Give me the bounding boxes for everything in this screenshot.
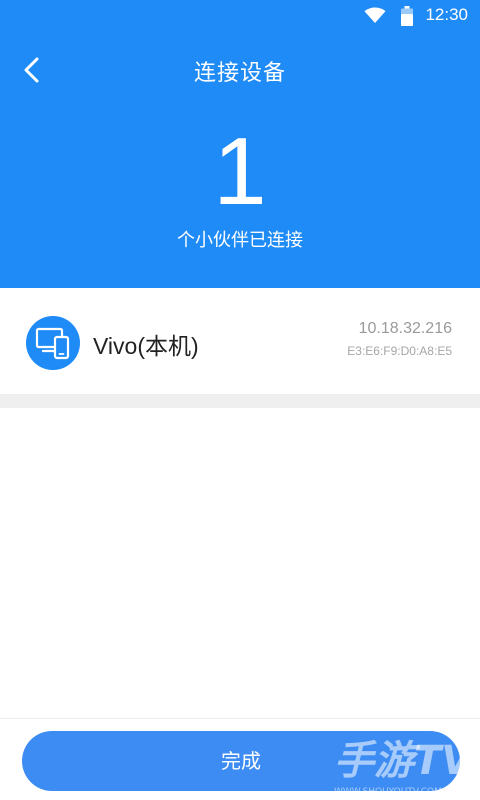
device-name: Vivo(本机) (93, 333, 199, 359)
status-bar: 12:30 (0, 0, 480, 32)
page-title: 连接设备 (193, 61, 286, 86)
device-ip: 10.18.32.216 (358, 320, 452, 337)
device-list-item[interactable]: Vivo(本机) 10.18.32.216 E3:E6:F9:D0:A8:E5 (0, 288, 480, 394)
device-avatar (26, 316, 80, 370)
battery-icon (401, 6, 413, 26)
wifi-icon (364, 7, 386, 23)
device-mac: E3:E6:F9:D0:A8:E5 (347, 344, 452, 358)
devices-icon (35, 327, 70, 360)
divider (0, 394, 480, 408)
status-time: 12:30 (425, 5, 468, 24)
connected-caption: 个小伙伴已连接 (177, 230, 303, 251)
header: 12:30 连接设备 1 个小伙伴已连接 (0, 0, 480, 288)
footer-divider (0, 718, 480, 719)
done-button[interactable]: 完成 (22, 731, 460, 791)
connected-count: 1 (213, 118, 267, 225)
